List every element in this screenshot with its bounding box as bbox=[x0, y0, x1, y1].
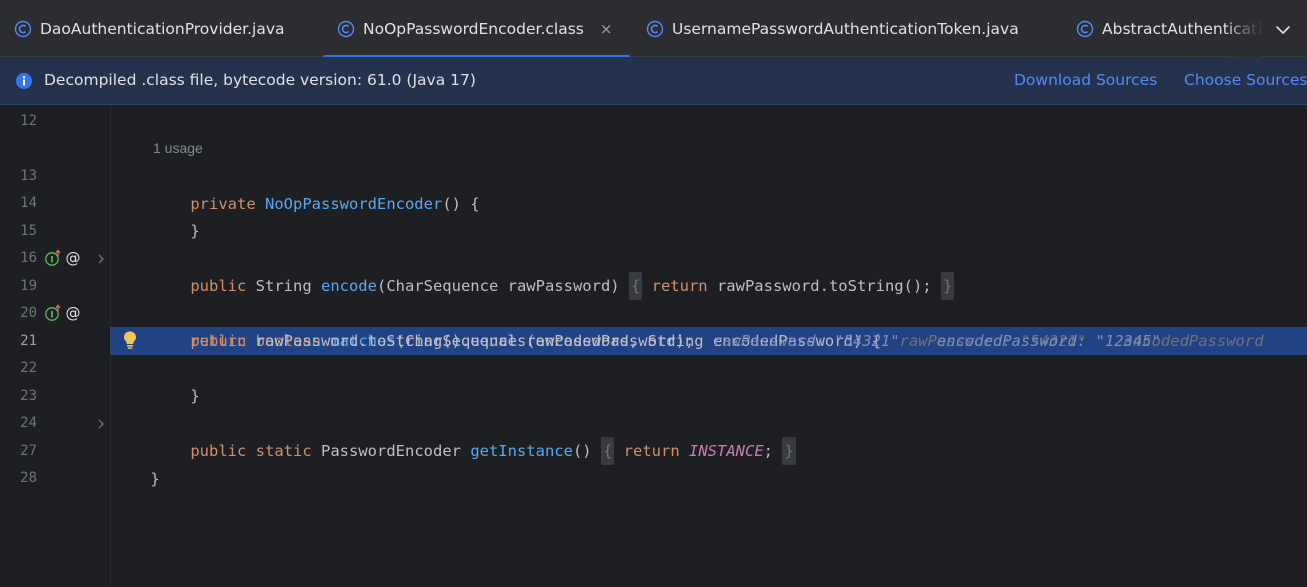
tab-dao-authentication-provider[interactable]: DaoAuthenticationProvider.java bbox=[0, 0, 322, 57]
keyword: return bbox=[651, 277, 708, 295]
banner-message: Decompiled .class file, bytecode version… bbox=[44, 71, 476, 89]
code-text: } bbox=[150, 470, 160, 488]
implementing-method-icon[interactable]: I bbox=[44, 304, 62, 322]
folded-region-close[interactable]: } bbox=[782, 437, 796, 465]
line-number: 15 bbox=[20, 223, 37, 239]
inline-debug-value: rawPassword: "54321" bbox=[712, 332, 900, 350]
svg-text:@: @ bbox=[66, 249, 81, 267]
keyword: return bbox=[623, 442, 680, 460]
code-line-13: private NoOpPasswordEncoder() { bbox=[153, 162, 479, 213]
decompiled-banner: Decompiled .class file, bytecode version… bbox=[0, 57, 1307, 105]
code-text: rawPassword.toString(); bbox=[707, 277, 941, 295]
chevron-right-icon[interactable] bbox=[96, 254, 106, 264]
keyword: return bbox=[190, 332, 247, 350]
lightbulb-icon[interactable] bbox=[122, 330, 138, 350]
line-number: 28 bbox=[20, 470, 37, 486]
download-sources-link[interactable]: Download Sources bbox=[1014, 71, 1157, 89]
code-text: () bbox=[572, 442, 601, 460]
line-number: 20 bbox=[20, 305, 37, 321]
line-number-current: 21 bbox=[20, 333, 37, 349]
usage-hint[interactable]: 1 usage bbox=[153, 140, 203, 156]
annotation-at-icon[interactable]: @ bbox=[64, 304, 82, 322]
method-name: encode bbox=[320, 277, 377, 295]
code-line-21: return rawPassword.toString().equals(enc… bbox=[153, 327, 1161, 355]
constructor-name: NoOpPasswordEncoder bbox=[265, 195, 443, 213]
code-line-27: } bbox=[113, 437, 159, 488]
code-editor[interactable]: 12 13 14 15 16 19 20 21 22 23 24 27 28 I… bbox=[0, 105, 1307, 587]
code-text: () { bbox=[442, 195, 480, 213]
tab-label: DaoAuthenticationProvider.java bbox=[40, 19, 285, 38]
tab-noop-password-encoder[interactable]: NoOpPasswordEncoder.class × bbox=[323, 0, 630, 58]
code-text: PasswordEncoder bbox=[311, 442, 471, 460]
editor-tab-bar: DaoAuthenticationProvider.java NoOpPassw… bbox=[0, 0, 1307, 58]
keyword: public bbox=[190, 277, 247, 295]
line-number: 22 bbox=[20, 360, 37, 376]
code-text: } bbox=[190, 222, 200, 240]
implementing-method-icon[interactable]: I bbox=[44, 249, 62, 267]
code-line-22: } bbox=[153, 354, 199, 405]
tab-overflow-fade bbox=[1225, 0, 1260, 57]
code-text: } bbox=[190, 387, 200, 405]
line-number: 12 bbox=[20, 113, 37, 129]
line-number: 13 bbox=[20, 168, 37, 184]
tab-label: UsernamePasswordAuthenticationToken.java bbox=[672, 19, 1019, 38]
line-number: 14 bbox=[20, 195, 37, 211]
tab-username-password-authentication-token[interactable]: UsernamePasswordAuthenticationToken.java bbox=[632, 0, 1062, 57]
annotation-at-icon[interactable]: @ bbox=[64, 249, 82, 267]
class-c-icon bbox=[14, 20, 32, 37]
line-number: 23 bbox=[20, 388, 37, 404]
keyword: public bbox=[190, 442, 247, 460]
keyword: private bbox=[190, 195, 256, 213]
code-line-20: public boolean matches(CharSequence rawP… bbox=[153, 299, 1263, 350]
tab-label: NoOpPasswordEncoder.class bbox=[363, 19, 584, 38]
code-text: (CharSequence rawPassword) bbox=[376, 277, 629, 295]
folded-region-open[interactable]: { bbox=[600, 437, 615, 465]
inline-debug-value: encodedPassword: "12345" bbox=[936, 332, 1161, 350]
code-text: ; bbox=[763, 442, 783, 460]
svg-text:I: I bbox=[50, 311, 53, 321]
code-text: rawPassword.toString().equals(encodedPas… bbox=[246, 332, 695, 350]
choose-sources-link[interactable]: Choose Sources bbox=[1184, 71, 1307, 89]
class-c-icon bbox=[337, 20, 355, 37]
keyword: static bbox=[255, 442, 312, 460]
line-number: 19 bbox=[20, 278, 37, 294]
static-field: INSTANCE bbox=[689, 442, 764, 460]
line-number: 24 bbox=[20, 415, 37, 431]
code-text: String bbox=[246, 277, 321, 295]
class-c-icon bbox=[1076, 20, 1094, 37]
line-number: 27 bbox=[20, 443, 37, 459]
method-name: getInstance bbox=[470, 442, 573, 460]
info-icon bbox=[16, 73, 32, 89]
code-line-14: } bbox=[153, 189, 199, 240]
class-c-icon bbox=[646, 20, 664, 37]
code-line-16: public String encode(CharSequence rawPas… bbox=[153, 244, 955, 300]
chevron-right-icon[interactable] bbox=[96, 419, 106, 429]
folded-region-close[interactable]: } bbox=[940, 272, 955, 300]
line-number: 16 bbox=[20, 250, 37, 266]
code-line-24: public static PasswordEncoder getInstanc… bbox=[153, 409, 796, 465]
svg-text:I: I bbox=[50, 256, 53, 266]
svg-text:@: @ bbox=[66, 304, 81, 322]
chevron-down-icon[interactable] bbox=[1271, 18, 1295, 42]
folded-region-open[interactable]: { bbox=[628, 272, 643, 300]
close-icon[interactable]: × bbox=[600, 20, 613, 38]
